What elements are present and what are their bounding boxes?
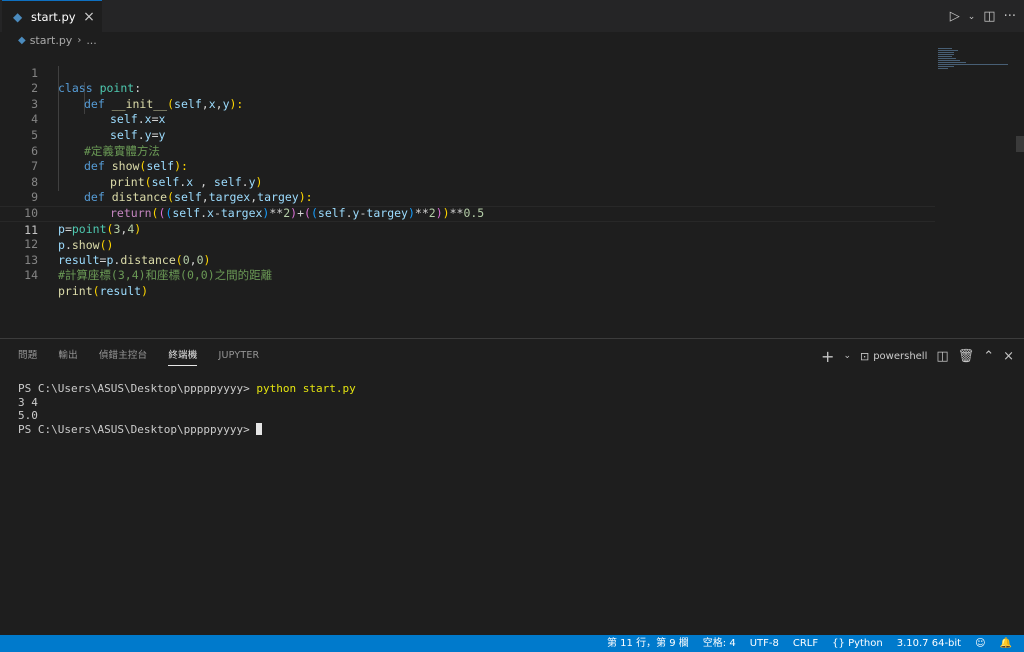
minimap[interactable] <box>938 48 1012 70</box>
status-language[interactable]: {} Python <box>832 635 883 652</box>
python-icon: ◆ <box>13 10 23 24</box>
code-line: 6 def show(self): <box>31 143 188 174</box>
scrollbar[interactable] <box>1016 136 1024 152</box>
breadcrumb-file[interactable]: start.py <box>30 34 73 47</box>
code-line: 7 print(self.x , self.y) <box>31 159 263 189</box>
tab-bar: ◆ start.py × ▷ ⌄ ◫ ··· <box>0 0 1024 33</box>
terminal-command: python start.py <box>256 382 356 395</box>
maximize-panel-icon[interactable]: ⌃ <box>983 349 994 364</box>
code-line: 10 p=point(3,4) <box>24 205 142 236</box>
breadcrumb: ◆ start.py › ... <box>18 33 97 48</box>
code-line-current: 11 p.show() <box>0 206 935 252</box>
code-line: 13 #計算座標(3,4)和座標(0,0)之間的距離 <box>24 252 273 283</box>
terminal-cursor <box>256 422 263 435</box>
python-icon: ◆ <box>18 35 26 46</box>
close-panel-icon[interactable]: × <box>1003 349 1014 364</box>
terminal-output-line: 5.0 <box>18 409 38 422</box>
terminal-prompt: PS C:\Users\ASUS\Desktop\pppppyyyy> <box>18 422 257 436</box>
code-line: 8 def distance(self,targex,targey): <box>31 174 313 205</box>
status-bar: 第 11 行，第 9 欄 空格: 4 UTF-8 CRLF {} Python … <box>0 635 1024 652</box>
braces-icon: {} <box>832 638 845 649</box>
tab-terminal[interactable]: 終端機 <box>168 339 198 373</box>
panel-actions: + ⌄ ⊡ powershell ◫ 🗑 ⌃ × <box>821 347 1014 366</box>
split-editor-icon[interactable]: ◫ <box>983 9 995 25</box>
run-icon[interactable]: ▷ <box>950 9 960 25</box>
chevron-right-icon: › <box>77 35 82 46</box>
tab-start-py[interactable]: ◆ start.py × <box>2 0 102 33</box>
code-line: 5 #定義實體方法 <box>31 127 160 158</box>
trash-icon[interactable]: 🗑 <box>958 349 975 364</box>
chevron-down-icon[interactable]: ⌄ <box>968 9 976 25</box>
tab-debug-console[interactable]: 偵錯主控台 <box>99 339 148 373</box>
status-eol[interactable]: CRLF <box>793 635 818 652</box>
status-indentation[interactable]: 空格: 4 <box>703 635 736 652</box>
new-terminal-icon[interactable]: + <box>821 347 834 366</box>
tab-jupyter[interactable]: JUPYTER <box>218 339 259 373</box>
code-line: 1 class point: <box>31 65 142 96</box>
terminal-output-line: 3 4 <box>18 395 38 409</box>
tab-problems[interactable]: 問題 <box>18 339 37 373</box>
more-actions-icon[interactable]: ··· <box>1004 9 1016 25</box>
editor-actions: ▷ ⌄ ◫ ··· <box>950 8 1016 26</box>
terminal-output[interactable]: PS C:\Users\ASUS\Desktop\pppppyyyy> pyth… <box>18 382 356 436</box>
status-encoding[interactable]: UTF-8 <box>750 635 779 652</box>
breadcrumb-more[interactable]: ... <box>86 34 97 47</box>
close-icon[interactable]: × <box>82 10 96 24</box>
tab-label: start.py <box>31 10 76 24</box>
status-cursor-position[interactable]: 第 11 行，第 9 欄 <box>607 635 689 652</box>
split-terminal-icon[interactable]: ◫ <box>936 349 948 364</box>
bell-icon[interactable]: 🔔 <box>1000 635 1012 652</box>
code-line: 9 return(((self.x-targex)**2)+((self.y-t… <box>31 190 485 220</box>
code-line: 3 self.x=x <box>31 96 166 127</box>
tab-output[interactable]: 輸出 <box>58 339 77 373</box>
bottom-panel: 問題 輸出 偵錯主控台 終端機 JUPYTER + ⌄ ⊡ powershell… <box>0 338 1024 635</box>
terminal-icon[interactable]: ⊡ <box>860 350 869 363</box>
chevron-down-icon[interactable]: ⌄ <box>843 351 851 361</box>
terminal-prompt: PS C:\Users\ASUS\Desktop\pppppyyyy> <box>18 382 257 395</box>
feedback-icon[interactable]: ☺ <box>975 635 985 652</box>
panel-tabs: 問題 輸出 偵錯主控台 終端機 JUPYTER <box>18 339 280 373</box>
code-line: 12 result=p.distance(0,0) <box>24 237 211 267</box>
code-line: 14 print(result) <box>24 268 149 298</box>
code-line: 4 self.y=y <box>31 112 166 142</box>
status-interpreter[interactable]: 3.10.7 64-bit <box>897 635 961 652</box>
code-line: 2 def __init__(self,x,y): <box>31 81 244 111</box>
code-editor[interactable]: 1 class point: 2 def __init__(self,x,y):… <box>0 48 1024 338</box>
shell-label[interactable]: powershell <box>873 351 927 362</box>
